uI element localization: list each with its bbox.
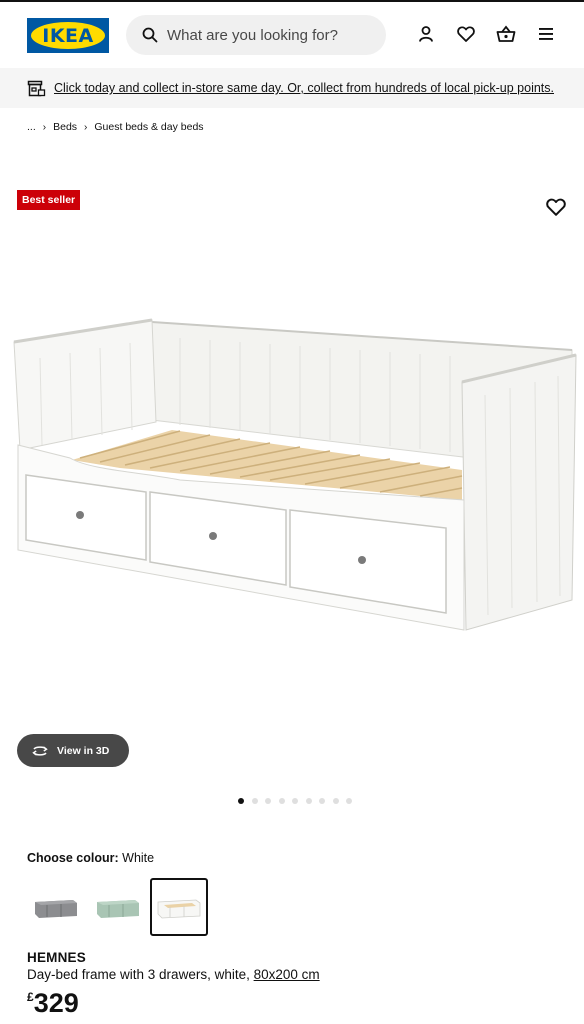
carousel-dot[interactable] [292,798,298,804]
product-name: HEMNES [27,950,86,965]
rotate-3d-icon [32,745,48,756]
choose-colour-label: Choose colour: White [27,851,154,865]
selected-colour-value: White [122,851,155,865]
carousel-dot[interactable] [278,798,285,804]
wishlist-icon[interactable] [455,23,477,45]
product-description-text: Day-bed frame with 3 drawers, white, [27,967,254,982]
ikea-logo[interactable]: IKEA [27,18,109,53]
product-image-daybed[interactable] [0,300,584,640]
chevron-right-icon: › [42,121,47,133]
carousel-dot[interactable] [332,798,339,804]
colour-swatch-green[interactable] [89,878,147,936]
breadcrumb-item-beds[interactable]: Beds [53,121,77,133]
carousel-dot[interactable] [346,798,352,804]
logo-text: IKEA [42,24,94,47]
breadcrumb: ... › Beds › Guest beds & day beds [27,120,204,134]
collect-banner-link[interactable]: Click today and collect in-store same da… [54,81,554,95]
search-input[interactable] [167,26,367,44]
search-bar[interactable] [126,15,386,55]
carousel-dot[interactable] [238,798,244,804]
choose-colour-heading: Choose colour: [27,851,119,865]
carousel-dot[interactable] [319,798,325,804]
header: IKEA [0,2,584,68]
image-carousel-dots [238,798,360,804]
carousel-dot[interactable] [251,798,258,804]
logo-oval: IKEA [31,22,105,49]
carousel-dot[interactable] [305,798,312,804]
product-dimensions-link[interactable]: 80x200 cm [254,967,320,982]
basket-icon[interactable] [495,23,517,45]
product-description: Day-bed frame with 3 drawers, white, 80x… [27,967,320,982]
carousel-dot[interactable] [265,798,271,804]
search-icon [142,27,158,43]
breadcrumb-item-guest-beds[interactable]: Guest beds & day beds [94,121,203,133]
account-icon[interactable] [415,23,437,45]
product-price: £ 329 [27,986,79,1020]
price-currency: £ [27,990,34,1004]
menu-icon[interactable] [535,23,557,45]
best-seller-badge: Best seller [17,190,81,210]
colour-swatch-white[interactable] [150,878,208,936]
chevron-right-icon: › [84,121,88,133]
add-to-wishlist-icon[interactable] [546,198,566,216]
view-in-3d-button[interactable]: View in 3D [17,734,129,767]
price-amount: 329 [33,988,79,1018]
collect-banner: Click today and collect in-store same da… [0,68,584,108]
breadcrumb-ellipsis[interactable]: ... [27,121,36,133]
store-icon [27,80,46,96]
view-in-3d-label: View in 3D [57,744,110,757]
colour-swatch-grey[interactable] [27,878,85,936]
